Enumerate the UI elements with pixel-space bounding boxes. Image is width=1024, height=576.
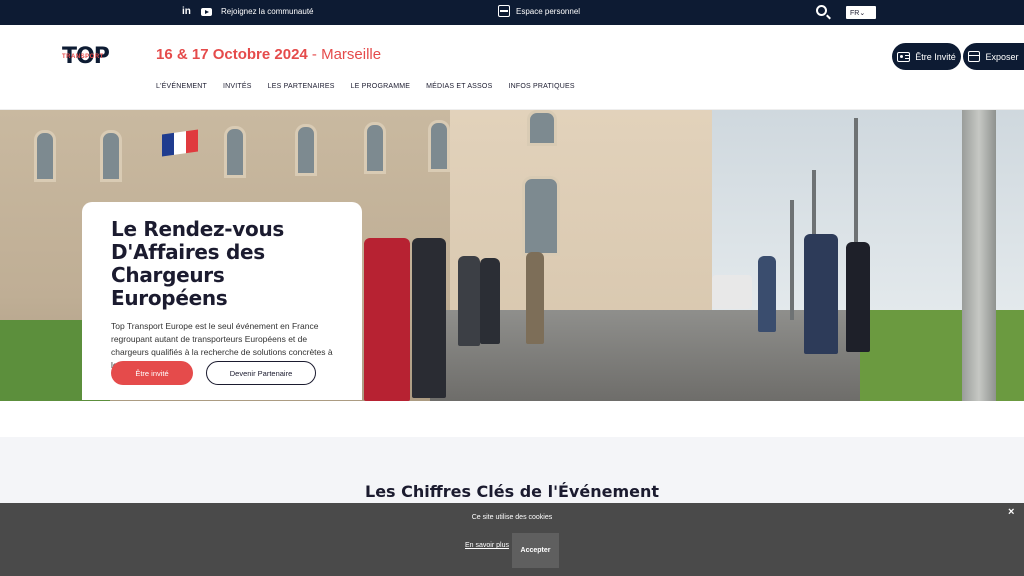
youtube-icon[interactable] <box>200 8 212 16</box>
event-city: - Marseille <box>307 46 382 63</box>
hero-window <box>364 122 386 174</box>
attendee-figure <box>846 242 870 352</box>
hero-window <box>522 176 560 256</box>
close-icon[interactable]: × <box>1008 506 1014 518</box>
exhibit-label: Exposer <box>985 51 1019 62</box>
become-guest-label: Être Invité <box>915 51 956 62</box>
hero-window <box>34 130 56 182</box>
nav-item-invites[interactable]: INVITÉS <box>223 83 252 90</box>
hero-window <box>100 130 122 182</box>
stand-icon <box>968 51 981 62</box>
cookie-message: Ce site utilise des cookies <box>471 514 553 521</box>
language-selector[interactable]: FR⌄ <box>846 6 876 19</box>
hero-window <box>295 124 317 176</box>
nav-item-infos[interactable]: INFOS PRATIQUES <box>508 83 574 90</box>
cookie-banner: Ce site utilise des cookies En savoir pl… <box>0 503 1024 576</box>
become-guest-cta[interactable]: Être invité <box>111 361 193 385</box>
attendee-figure <box>480 258 500 344</box>
main-nav: L'ÉVÉNEMENT INVITÉS LES PARTENAIRES LE P… <box>156 83 575 90</box>
id-card-icon <box>897 51 911 62</box>
hero-card: Le Rendez-vous D'Affaires des Chargeurs … <box>82 202 362 400</box>
attendee-figure <box>758 256 776 332</box>
site-header: TOP TRANSPORT 16 & 17 Octobre 2024 - Mar… <box>0 25 1024 110</box>
community-link[interactable]: Rejoignez la communauté <box>221 7 314 16</box>
parked-van <box>712 275 752 309</box>
site-logo[interactable]: TOP TRANSPORT <box>62 44 122 69</box>
hero-image-lawn-right <box>860 310 1024 401</box>
hero-window <box>224 126 246 178</box>
stone-column <box>962 110 996 401</box>
nav-item-evenement[interactable]: L'ÉVÉNEMENT <box>156 83 207 90</box>
hero-title: Le Rendez-vous D'Affaires des Chargeurs … <box>111 217 285 310</box>
hero-window <box>428 120 450 172</box>
become-partner-cta[interactable]: Devenir Partenaire <box>206 361 316 385</box>
hero-actions: Être invité Devenir Partenaire <box>111 361 316 385</box>
social-links: in <box>182 6 212 17</box>
key-figures-title: Les Chiffres Clés de l'Événement <box>365 482 659 501</box>
cookie-accept-button[interactable]: Accepter <box>512 533 559 568</box>
attendee-figure <box>458 256 480 346</box>
search-icon[interactable] <box>816 5 827 16</box>
become-guest-button[interactable]: Être Invité <box>892 43 961 70</box>
event-date-text: 16 & 17 Octobre 2024 <box>156 46 308 63</box>
linkedin-icon[interactable]: in <box>182 6 191 17</box>
street-lamp <box>790 200 794 320</box>
attendee-figure <box>804 234 838 354</box>
hero-window <box>527 110 557 146</box>
personal-space-link[interactable]: Espace personnel <box>498 5 580 17</box>
exhibit-button[interactable]: Exposer <box>963 43 1024 70</box>
nav-item-medias[interactable]: MÉDIAS ET ASSOS <box>426 83 492 90</box>
top-bar: in Rejoignez la communauté Espace person… <box>0 0 1024 25</box>
personal-space-label: Espace personnel <box>516 6 581 16</box>
attendee-figure <box>412 238 446 398</box>
hero-section: Le Rendez-vous D'Affaires des Chargeurs … <box>0 110 1024 401</box>
logo-subtext: TRANSPORT <box>62 54 104 60</box>
attendee-figure <box>526 252 544 344</box>
nav-item-programme[interactable]: LE PROGRAMME <box>351 83 411 90</box>
cookie-learn-more-link[interactable]: En savoir plus <box>465 542 509 549</box>
attendee-figure <box>364 238 410 401</box>
account-icon <box>498 5 510 17</box>
nav-item-partenaires[interactable]: LES PARTENAIRES <box>268 83 335 90</box>
event-dates: 16 & 17 Octobre 2024 - Marseille <box>156 46 381 63</box>
